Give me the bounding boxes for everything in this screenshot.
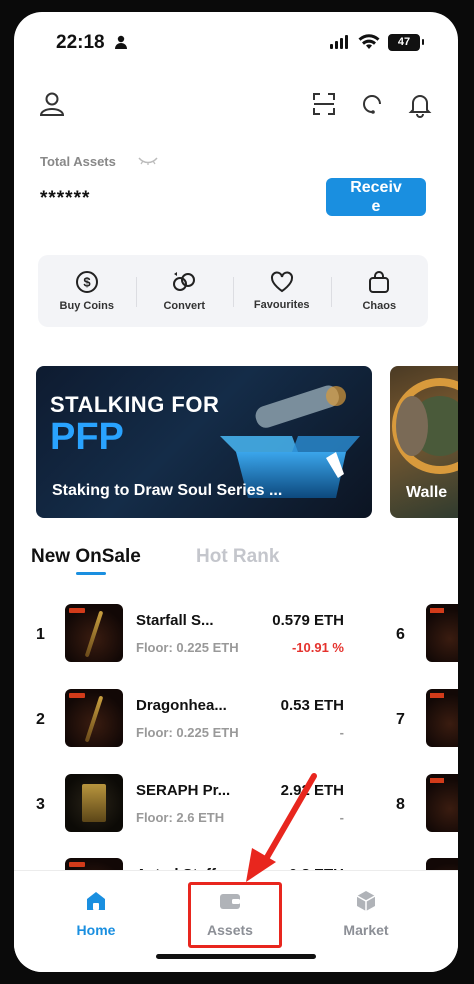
nft-thumbnail-right[interactable] bbox=[426, 774, 458, 832]
tab-new-onsale[interactable]: New OnSale bbox=[31, 546, 141, 568]
listing-row[interactable]: 1 Starfall S... 0.579 ETH Floor: 0.225 E… bbox=[14, 604, 458, 674]
wifi-icon bbox=[358, 34, 380, 49]
user-icon[interactable] bbox=[38, 90, 66, 118]
listing-floor: Floor: 0.225 ETH bbox=[136, 640, 239, 655]
home-icon bbox=[87, 892, 105, 910]
listing-name: SERAPH Pr... bbox=[136, 782, 231, 799]
tab-home-label: Home bbox=[76, 922, 116, 938]
listing-floor: Floor: 2.6 ETH bbox=[136, 810, 225, 825]
listing-rank-right: 8 bbox=[396, 796, 405, 813]
scan-icon[interactable] bbox=[310, 90, 338, 118]
listing-rank: 1 bbox=[36, 626, 45, 643]
cellular-signal-icon bbox=[330, 35, 348, 49]
listing-change: -10.91 % bbox=[291, 640, 344, 655]
buy-coins-label: Buy Coins bbox=[59, 300, 114, 312]
tab-market[interactable]: Market bbox=[316, 889, 416, 938]
promo-banner[interactable]: STALKING FOR PFP Staking to Draw Soul Se… bbox=[36, 366, 372, 518]
listing-price: 0.579 ETH bbox=[272, 612, 344, 629]
nft-thumbnail bbox=[65, 604, 123, 662]
listing-price: 0.53 ETH bbox=[280, 697, 344, 714]
listing-change: - bbox=[339, 810, 344, 825]
support-icon[interactable] bbox=[358, 90, 386, 118]
tab-home[interactable]: Home bbox=[46, 889, 146, 938]
heart-icon bbox=[270, 271, 293, 293]
convert-icon bbox=[173, 272, 196, 291]
banner-caption: Staking to Draw Soul Series ... bbox=[52, 482, 283, 499]
favourites-action[interactable]: Favourites bbox=[233, 255, 331, 327]
quick-actions-bar: $ Buy Coins Convert Favourites Chaos bbox=[38, 255, 428, 327]
listing-rank-right: 6 bbox=[396, 626, 405, 643]
status-time: 22:18 bbox=[56, 32, 105, 53]
nft-thumbnail bbox=[65, 774, 123, 832]
listing-row[interactable]: 2 Dragonhea... 0.53 ETH Floor: 0.225 ETH… bbox=[14, 689, 458, 759]
banner-headline: STALKING FOR bbox=[50, 392, 220, 417]
buy-coins-action[interactable]: $ Buy Coins bbox=[38, 255, 136, 327]
banner-subheadline: PFP bbox=[50, 416, 124, 458]
coin-icon: $ bbox=[75, 271, 98, 293]
chaos-action[interactable]: Chaos bbox=[330, 255, 429, 327]
receive-button[interactable]: Receive bbox=[326, 178, 426, 216]
bag-icon bbox=[369, 271, 390, 293]
home-indicator bbox=[156, 954, 316, 959]
tab-market-label: Market bbox=[343, 922, 389, 938]
bell-icon[interactable] bbox=[406, 90, 434, 118]
banner-secondary-caption: Walle bbox=[406, 484, 448, 501]
listing-change: - bbox=[339, 725, 344, 740]
total-assets-label: Total Assets bbox=[40, 154, 116, 169]
listing-name: Starfall S... bbox=[136, 612, 214, 629]
battery-indicator: 47 bbox=[388, 34, 424, 51]
phone-screen: 22:18 47 Total Assets ****** Receive $ B… bbox=[14, 12, 458, 972]
status-bar: 22:18 47 bbox=[14, 12, 458, 72]
convert-action[interactable]: Convert bbox=[135, 255, 234, 327]
listing-rank-right: 7 bbox=[396, 711, 405, 728]
listing-rank: 3 bbox=[36, 796, 45, 813]
active-tab-indicator bbox=[76, 572, 106, 575]
listing-floor: Floor: 0.225 ETH bbox=[136, 725, 239, 740]
listing-name: Dragonhea... bbox=[136, 697, 227, 714]
listing-rank: 2 bbox=[36, 711, 45, 728]
nft-thumbnail-right[interactable] bbox=[426, 604, 458, 662]
cube-icon bbox=[356, 891, 376, 911]
convert-label: Convert bbox=[163, 300, 206, 312]
tab-hot-rank[interactable]: Hot Rank bbox=[196, 546, 279, 568]
nft-thumbnail bbox=[65, 689, 123, 747]
svg-text:$: $ bbox=[83, 275, 91, 290]
person-icon bbox=[115, 35, 127, 49]
chaos-label: Chaos bbox=[362, 300, 397, 312]
nft-thumbnail-right[interactable] bbox=[426, 689, 458, 747]
annotation-arrow bbox=[246, 773, 317, 882]
favourites-label: Favourites bbox=[253, 299, 310, 311]
promo-banner-secondary[interactable]: Walle bbox=[390, 366, 458, 518]
eye-hidden-icon[interactable] bbox=[138, 156, 158, 166]
annotation-highlight-box bbox=[188, 882, 282, 948]
total-assets-value: ****** bbox=[40, 188, 91, 209]
